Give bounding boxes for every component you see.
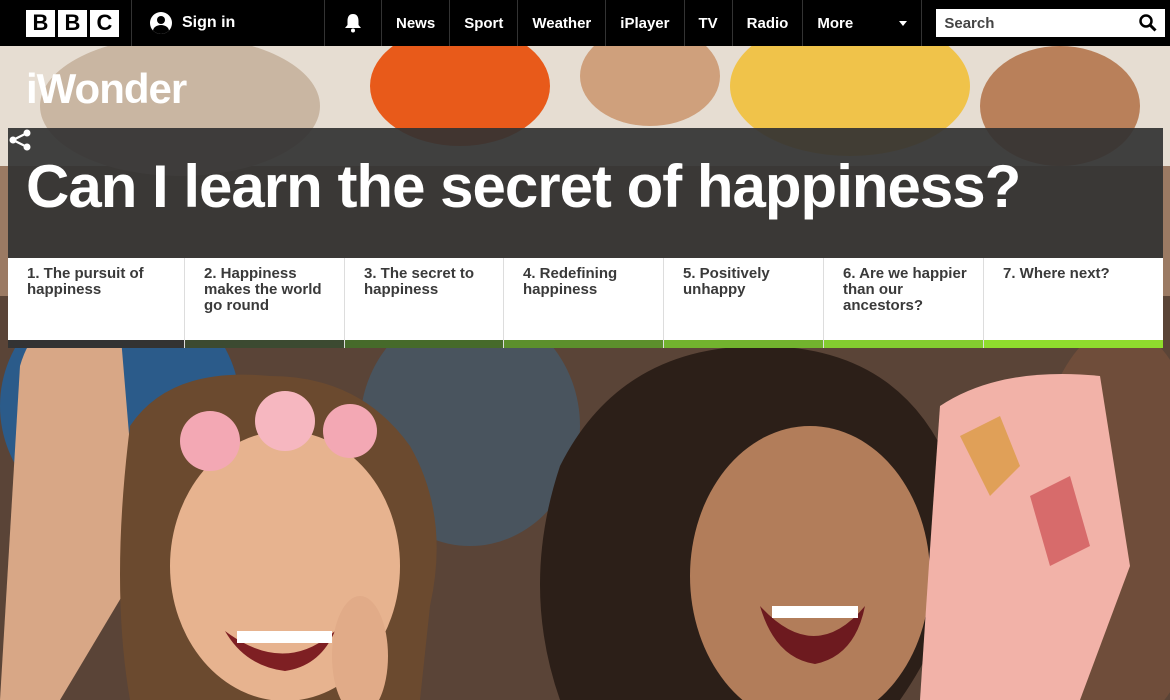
- bbc-logo-letter: C: [90, 9, 119, 37]
- nav-iplayer[interactable]: iPlayer: [606, 0, 685, 46]
- bbc-logo-letter: B: [58, 9, 87, 37]
- search-area: [922, 0, 1166, 46]
- chapter-label: 1. The pursuit of happiness: [27, 265, 144, 298]
- search-box: [936, 9, 1166, 37]
- bbc-logo-letter: B: [26, 9, 55, 37]
- title-panel: Can I learn the secret of happiness?: [8, 128, 1163, 258]
- nav-news[interactable]: News: [382, 0, 451, 46]
- nav-weather[interactable]: Weather: [518, 0, 607, 46]
- chapter-progress-bar: [345, 340, 503, 348]
- chapter-label: 3. The secret to happiness: [364, 265, 475, 298]
- chapter-progress-bar: [824, 340, 983, 348]
- share-icon[interactable]: [8, 128, 32, 152]
- nav-sport[interactable]: Sport: [450, 0, 519, 46]
- page-title: Can I learn the secret of happiness?: [26, 153, 1021, 220]
- chapter-label: 2. Happiness makes the world go round: [204, 265, 322, 314]
- chapter-label: 5. Positively unhappy: [683, 265, 770, 298]
- chapter-2[interactable]: 2. Happiness makes the world go round: [185, 258, 345, 348]
- bbc-top-nav: B B C Sign in News Sport Weather iPlayer…: [0, 0, 1170, 46]
- chapter-progress-bar: [984, 340, 1163, 348]
- notifications-button[interactable]: [324, 0, 382, 46]
- chapter-7[interactable]: 7. Where next?: [984, 258, 1163, 348]
- chapter-nav: 1. The pursuit of happiness 2. Happiness…: [8, 258, 1163, 348]
- iwonder-logo[interactable]: iWonder: [26, 65, 187, 113]
- nav-tv[interactable]: TV: [685, 0, 733, 46]
- chapter-progress-bar: [8, 340, 184, 348]
- chapter-progress-bar: [664, 340, 823, 348]
- chapter-6[interactable]: 6. Are we happier than our ancestors?: [824, 258, 984, 348]
- hero-section: iWonder Can I learn the secret of happin…: [0, 46, 1170, 700]
- bell-icon: [345, 14, 361, 33]
- chapter-1[interactable]: 1. The pursuit of happiness: [8, 258, 185, 348]
- search-icon[interactable]: [1139, 14, 1157, 32]
- sign-in-link[interactable]: Sign in: [132, 0, 324, 46]
- sign-in-label: Sign in: [182, 14, 236, 31]
- nav-more[interactable]: More: [803, 0, 923, 46]
- chevron-down-icon: [899, 20, 908, 26]
- chapter-label: 4. Redefining happiness: [523, 265, 618, 298]
- chapter-label: 7. Where next?: [1003, 265, 1110, 282]
- chapter-4[interactable]: 4. Redefining happiness: [504, 258, 664, 348]
- chapter-3[interactable]: 3. The secret to happiness: [345, 258, 504, 348]
- nav-more-label: More: [817, 14, 854, 32]
- bbc-logo[interactable]: B B C: [0, 0, 132, 46]
- user-icon: [150, 12, 172, 34]
- chapter-5[interactable]: 5. Positively unhappy: [664, 258, 824, 348]
- search-input[interactable]: [944, 14, 1125, 32]
- chapter-progress-bar: [185, 340, 344, 348]
- chapter-label: 6. Are we happier than our ancestors?: [843, 265, 967, 314]
- nav-radio[interactable]: Radio: [733, 0, 804, 46]
- chapter-progress-bar: [504, 340, 663, 348]
